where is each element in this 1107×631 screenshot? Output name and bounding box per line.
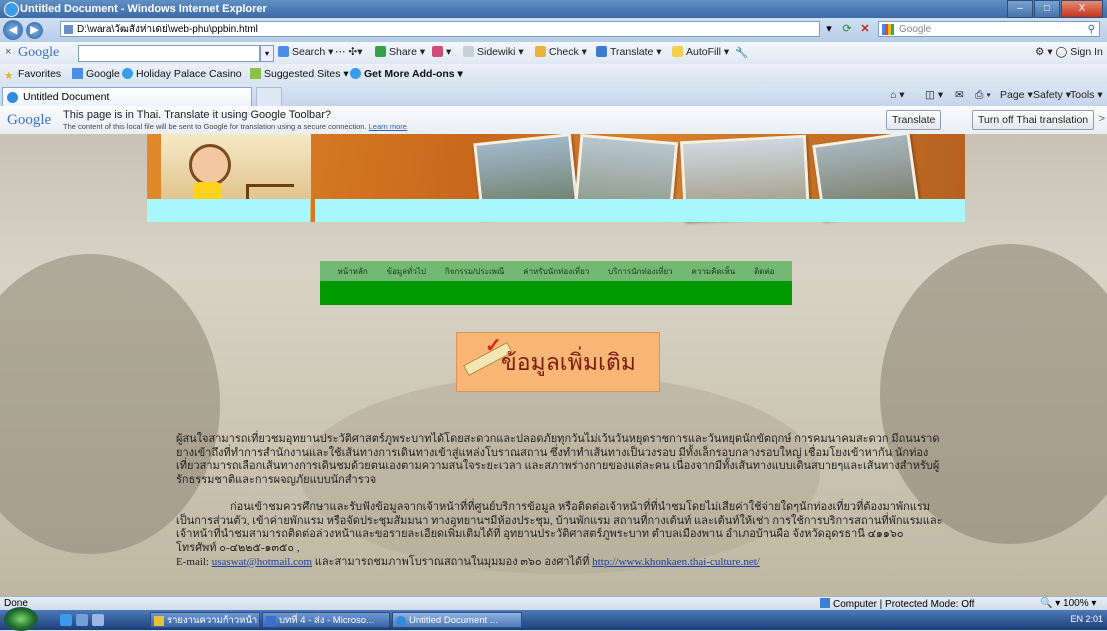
tab-untitled-document[interactable]: Untitled Document bbox=[2, 87, 252, 106]
quicklaunch-window-icon[interactable] bbox=[92, 614, 104, 626]
nav-item-general-info[interactable]: ข้อมูลทั่วไป bbox=[387, 265, 426, 278]
address-toolbar: ◀ ▶ D:\wara\วัฒสังห่าเดย่\web-phu\ppbin.… bbox=[0, 18, 1107, 42]
home-icon[interactable]: ⌂ ▾ bbox=[890, 89, 905, 101]
window-titlebar: Untitled Document - Windows Internet Exp… bbox=[0, 0, 1107, 18]
new-tab-button[interactable] bbox=[256, 87, 282, 108]
share-button[interactable]: Share ▾ bbox=[375, 46, 425, 58]
taskbar-item-word[interactable]: บทที่ 4 - ส่ง - Microso... bbox=[262, 612, 390, 628]
taskbar-item-report[interactable]: รายงานความก้าวหน้า bbox=[150, 612, 260, 628]
translate-button[interactable]: Translate bbox=[886, 110, 942, 130]
translate-toolbar-button[interactable]: Translate ▾ bbox=[596, 46, 662, 58]
quicklaunch-desktop-icon[interactable] bbox=[76, 614, 88, 626]
page-icon bbox=[64, 25, 73, 34]
google-search-input[interactable] bbox=[78, 45, 260, 62]
search-icon[interactable]: ⚲ bbox=[1088, 22, 1095, 38]
more-info-button[interactable]: ✓ ข้อมูลเพิ่มเติม bbox=[456, 332, 660, 392]
safety-menu[interactable]: Safety ▾ bbox=[1033, 89, 1071, 101]
translate-message: This page is in Thai. Translate it using… bbox=[63, 109, 332, 121]
windows-taskbar: รายงานความก้าวหน้า บทที่ 4 - ส่ง - Micro… bbox=[0, 607, 1107, 631]
fav-google[interactable]: Google bbox=[72, 68, 120, 80]
green-bar bbox=[320, 281, 792, 305]
nav-item-home[interactable]: หน้าหลัก bbox=[337, 265, 367, 278]
search-input[interactable]: Google ⚲ bbox=[878, 21, 1100, 37]
translate-subtext: The content of this local file will be s… bbox=[63, 122, 407, 131]
print-icon[interactable]: ⎙ ▾ bbox=[975, 89, 991, 102]
more-info-label: ข้อมูลเพิ่มเติม bbox=[501, 350, 636, 376]
security-zone: Computer | Protected Mode: Off bbox=[820, 598, 974, 610]
close-button[interactable]: X bbox=[1061, 0, 1103, 18]
google-logo: Google bbox=[7, 112, 52, 128]
info-text: ผู้สนใจสามารถเที่ยวชมอุทยานประวัติศาสตร์… bbox=[176, 433, 946, 569]
turn-off-translation-button[interactable]: Turn off Thai translation bbox=[972, 110, 1095, 130]
translate-infobar: Google This page is in Thai. Translate i… bbox=[0, 106, 1107, 135]
ie-page-icon bbox=[7, 92, 18, 103]
taskbar-item-ie[interactable]: Untitled Document ... bbox=[392, 612, 522, 628]
tools-menu[interactable]: Tools ▾ bbox=[1070, 89, 1103, 101]
learn-more-link[interactable]: Learn more bbox=[369, 122, 407, 131]
paragraph-visiting: ผู้สนใจสามารถเที่ยวชมอุทยานประวัติศาสตร์… bbox=[176, 433, 940, 487]
checkmark-icon: ✓ bbox=[485, 335, 502, 357]
banner-cyan-bar-right bbox=[315, 199, 965, 222]
google-search-button[interactable]: Search ▾ bbox=[278, 46, 333, 58]
start-button[interactable] bbox=[4, 607, 38, 631]
sign-in-link[interactable]: ⚙ ▾ ◯ Sign In bbox=[1035, 46, 1103, 58]
maximize-button[interactable]: □ bbox=[1034, 0, 1060, 18]
nav-item-tourist-services[interactable]: บริการนักท่องเที่ยว bbox=[608, 265, 673, 278]
fav-holiday-palace[interactable]: Holiday Palace Casino bbox=[122, 68, 242, 80]
mail-icon[interactable]: ✉ bbox=[955, 89, 964, 101]
system-tray-clock: EN 2:01 bbox=[1070, 614, 1103, 624]
zoom-level[interactable]: 🔍 ▾ 100% ▾ bbox=[1040, 598, 1096, 609]
page-menu[interactable]: Page ▾ bbox=[1000, 89, 1033, 101]
options-wrench-icon[interactable]: 🔧 bbox=[735, 46, 748, 59]
autofill-button[interactable]: AutoFill ▾ bbox=[672, 46, 729, 58]
address-url: D:\wara\วัฒสังห่าเดย่\web-phu\ppbin.html bbox=[77, 24, 258, 35]
window-title: Untitled Document - Windows Internet Exp… bbox=[20, 3, 267, 15]
check-button[interactable]: Check ▾ bbox=[535, 46, 587, 58]
email-link[interactable]: usaswat@hotmail.com bbox=[212, 556, 312, 568]
refresh-icon[interactable]: ⟳ bbox=[840, 21, 854, 37]
nav-item-contact[interactable]: ติดต่อ bbox=[754, 265, 774, 278]
ie-logo-icon bbox=[4, 2, 19, 17]
computer-icon bbox=[820, 598, 830, 608]
bookmark-icon[interactable]: ▾ bbox=[432, 46, 451, 58]
close-toolbar-icon[interactable]: × bbox=[5, 46, 11, 58]
page-content: หน้าหลัก ข้อมูลทั่วไป กิจกรรม/ประเพณี ค่… bbox=[0, 134, 1107, 596]
culture-site-link[interactable]: http://www.khonkaen.thai-culture.net/ bbox=[592, 556, 760, 568]
forward-button[interactable]: ▶ bbox=[26, 22, 43, 39]
fav-suggested-sites[interactable]: Suggested Sites ▾ bbox=[250, 68, 349, 80]
google-logo: Google bbox=[18, 45, 60, 60]
address-input[interactable]: D:\wara\วัฒสังห่าเดย่\web-phu\ppbin.html bbox=[60, 21, 820, 37]
paragraph-contact: ก่อนเข้าชมควรศึกษาและรับฟังข้อมูลจากเจ้า… bbox=[176, 500, 943, 568]
fav-get-addons[interactable]: Get More Add-ons ▾ bbox=[350, 68, 463, 80]
quicklaunch-ie-icon[interactable] bbox=[60, 614, 72, 626]
favorites-button[interactable]: ★ Favorites bbox=[4, 68, 61, 82]
google-icon bbox=[882, 24, 894, 35]
google-toolbar: × Google ▾ Search ▾ ⋯ ✣▾ Share ▾ ▾ Sidew… bbox=[0, 42, 1107, 65]
sidewiki-button[interactable]: Sidewiki ▾ bbox=[463, 46, 524, 58]
feeds-icon[interactable]: ◫ ▾ bbox=[925, 89, 943, 101]
google-search-dropdown[interactable]: ▾ bbox=[260, 45, 274, 62]
dropdown-arrow-icon[interactable]: ▾ bbox=[822, 21, 836, 37]
banner-cyan-bar-left bbox=[147, 199, 310, 222]
google-more-icon[interactable]: ⋯ ✣▾ bbox=[335, 46, 363, 58]
nav-item-tourist-fees[interactable]: ค่าหรับนักท่องเที่ยว bbox=[523, 265, 589, 278]
minimize-button[interactable]: – bbox=[1007, 0, 1033, 18]
status-bar: Done Computer | Protected Mode: Off 🔍 ▾ … bbox=[0, 596, 1107, 611]
tab-bar: Untitled Document ⌂ ▾ ◫ ▾ ✉ ⎙ ▾ Page ▾ S… bbox=[0, 84, 1107, 108]
main-nav-menu: หน้าหลัก ข้อมูลทั่วไป กิจกรรม/ประเพณี ค่… bbox=[320, 261, 792, 281]
close-infobar-icon[interactable]: > bbox=[1099, 113, 1105, 125]
search-placeholder: Google bbox=[899, 24, 932, 35]
stop-icon[interactable]: ✕ bbox=[858, 21, 872, 37]
back-button[interactable]: ◀ bbox=[3, 20, 23, 40]
favorites-bar: ★ Favorites Google Holiday Palace Casino … bbox=[0, 64, 1107, 84]
nav-item-comments[interactable]: ความคิดเห็น bbox=[692, 265, 736, 278]
nav-item-activities[interactable]: กิจกรรม/ประเพณี bbox=[445, 265, 505, 278]
